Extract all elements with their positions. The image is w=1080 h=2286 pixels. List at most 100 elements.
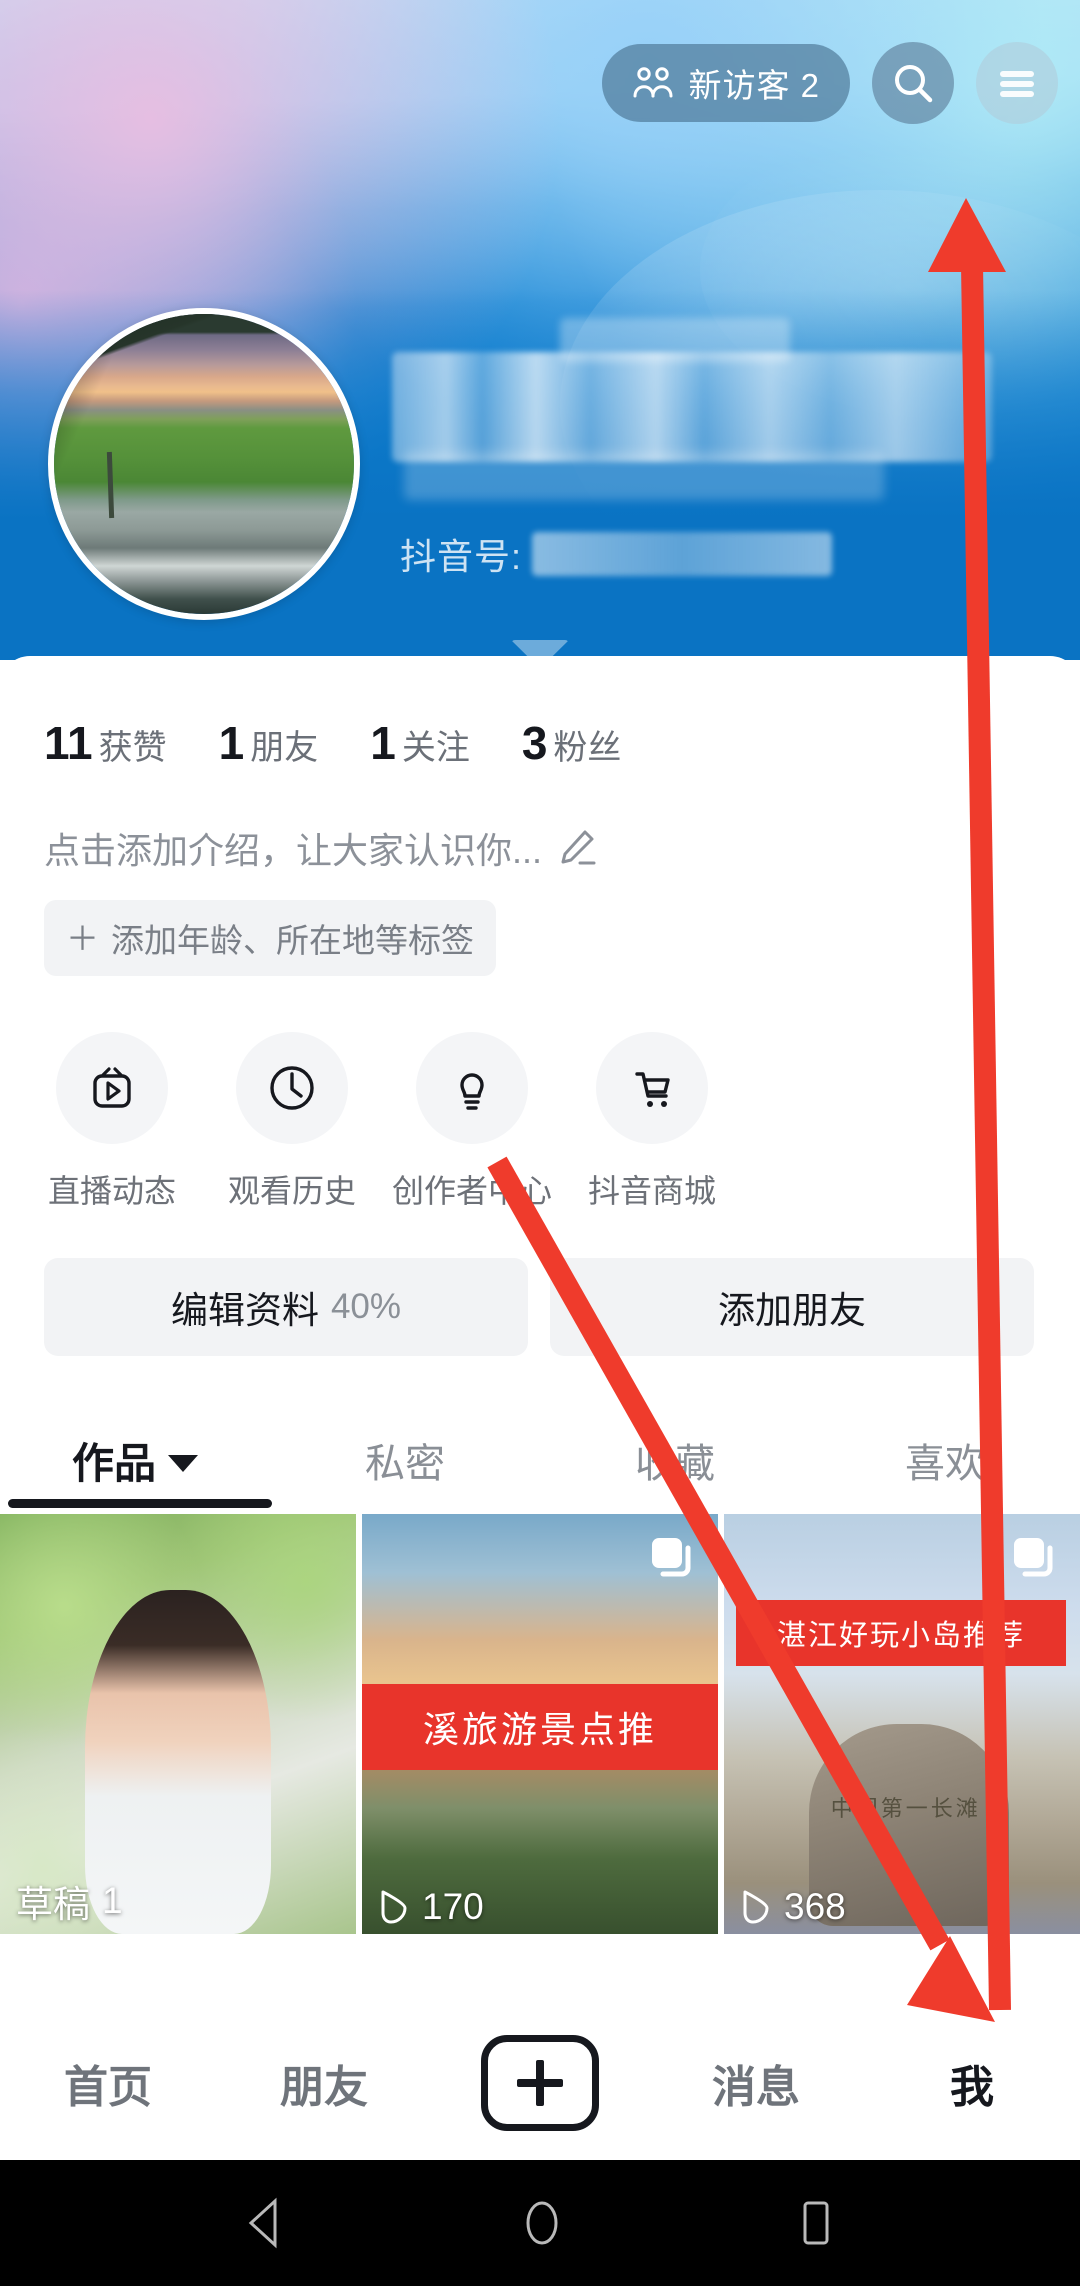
nav-label: 首页 [64,2063,152,2112]
grid-item-video[interactable]: 湛江好玩小岛推荐 中国第一长滩 368 [724,1514,1080,1934]
tab-active-underline [8,1499,272,1508]
content-tabs: 作品 私密 收藏 喜欢 [0,1412,1080,1508]
app-screen: 新访客 2 抖音号: 11 获赞 1 朋友 1 关注 3 粉丝 点击添加介绍，让… [0,0,1080,2286]
edit-profile-label: 编辑资料 [170,1290,319,1331]
quick-action-label: 观看历史 [227,1173,356,1209]
lightbulb-icon [460,1073,484,1110]
plus-icon: ＋ [66,919,99,957]
display-name-blurred [392,352,992,462]
nav-messages[interactable]: 消息 [648,2051,864,2115]
tab-label: 作品 [71,1439,156,1487]
hamburger-menu-button[interactable] [976,42,1058,124]
quick-action-label: 抖音商城 [587,1173,716,1209]
tab-label: 喜欢 [905,1442,985,1486]
play-count: 170 [422,1886,484,1927]
stat-value: 11 [44,717,93,769]
bio-placeholder: 点击添加介绍，让大家认识你... [44,830,543,871]
quick-action-history[interactable]: 观看历史 [202,1032,382,1212]
pencil-icon [561,830,596,865]
multi-photo-icon [652,1538,691,1577]
quick-action-live[interactable]: 直播动态 [22,1032,202,1212]
tab-likes[interactable]: 喜欢 [810,1412,1080,1508]
live-tv-icon [93,1067,131,1108]
quick-action-icon-wrap [56,1032,168,1144]
quick-action-mall[interactable]: 抖音商城 [562,1032,742,1212]
draft-count: 1 [102,1880,123,1921]
tab-works[interactable]: 作品 [0,1412,270,1508]
video-grid: 草稿 1 溪旅游景点推 170 湛江好玩小岛推荐 中国第一长滩 368 [0,1514,1080,1934]
stat-likes[interactable]: 11 获赞 [44,716,167,770]
grid-item-footer: 草稿 1 [16,1874,123,1928]
add-friend-label: 添加朋友 [718,1290,866,1331]
bio-add-row[interactable]: 点击添加介绍，让大家认识你... [0,770,1080,874]
stat-label: 朋友 [250,729,319,767]
profile-content-card: 11 获赞 1 朋友 1 关注 3 粉丝 点击添加介绍，让大家认识你... ＋ … [0,656,1080,2006]
quick-action-label: 直播动态 [47,1173,176,1209]
clock-history-icon [270,1066,314,1110]
tab-label: 收藏 [635,1442,715,1486]
stats-row: 11 获赞 1 朋友 1 关注 3 粉丝 [0,656,1080,770]
android-system-navigation [0,2160,1080,2286]
nav-home[interactable]: 首页 [0,2051,216,2115]
stat-label: 获赞 [98,729,167,767]
tab-label: 私密 [365,1442,445,1486]
edit-profile-progress: 40% [330,1287,402,1326]
grid-item-video[interactable]: 溪旅游景点推 170 [362,1514,718,1934]
stat-label: 关注 [401,729,470,767]
quick-action-icon-wrap [236,1032,348,1144]
avatar[interactable] [48,308,360,620]
home-circle-icon[interactable] [519,2196,565,2250]
add-friend-button[interactable]: 添加朋友 [550,1258,1034,1356]
new-visitors-button[interactable]: 新访客 2 [602,44,850,122]
add-tags-label: 添加年龄、所在地等标签 [111,922,474,959]
tab-private[interactable]: 私密 [270,1412,540,1508]
play-count-icon [743,1890,769,1924]
stat-label: 粉丝 [553,729,622,767]
stat-value: 3 [521,717,548,769]
edit-profile-button[interactable]: 编辑资料 40% [44,1258,528,1356]
new-visitors-label: 新访客 2 [688,67,820,104]
nav-label: 朋友 [280,2063,368,2112]
douyin-id-row[interactable]: 抖音号: [400,528,833,580]
shopping-cart-icon [635,1072,670,1107]
nav-label: 消息 [712,2063,800,2112]
nav-create[interactable] [432,2035,648,2131]
visitors-icon [633,67,673,98]
thumbnail-rock-text: 中国第一长滩 [830,1796,981,1822]
quick-action-icon-wrap [416,1032,528,1144]
quick-action-icon-wrap [596,1032,708,1144]
hamburger-menu-icon [1000,71,1034,97]
stat-value: 1 [218,717,245,769]
quick-action-creator-center[interactable]: 创作者中心 [382,1032,562,1212]
nav-me[interactable]: 我 [864,2051,1080,2115]
top-bar: 新访客 2 [602,42,1058,124]
search-button[interactable] [872,42,954,124]
thumbnail-banner-text: 湛江好玩小岛推荐 [736,1600,1066,1666]
thumbnail-banner-text: 溪旅游景点推 [362,1684,718,1770]
stat-value: 1 [370,717,396,769]
nav-friends[interactable]: 朋友 [216,2051,432,2115]
grid-item-footer: 170 [378,1886,484,1928]
plus-create-icon [481,2035,599,2131]
grid-item-footer: 368 [740,1886,846,1928]
bottom-navigation: 首页 朋友 消息 我 [0,2006,1080,2160]
stat-friends[interactable]: 1 朋友 [219,716,319,770]
nav-label: 我 [950,2063,994,2112]
stat-followers[interactable]: 3 粉丝 [522,716,622,770]
search-icon [895,65,933,103]
stat-following[interactable]: 1 关注 [370,716,470,770]
grid-item-draft[interactable]: 草稿 1 [0,1514,356,1934]
quick-actions-row: 直播动态 观看历史 创作者中心 抖音商城 [0,976,1080,1212]
draft-label: 草稿 [16,1884,90,1925]
quick-action-label: 创作者中心 [391,1173,552,1209]
recents-square-icon[interactable] [795,2197,837,2249]
avatar-image [54,314,354,614]
tab-collections[interactable]: 收藏 [540,1412,810,1508]
profile-actions-row: 编辑资料 40% 添加朋友 [0,1212,1080,1356]
chevron-down-icon [168,1454,198,1472]
back-triangle-icon[interactable] [243,2197,289,2249]
display-name-blurred [404,452,884,500]
add-tags-chip[interactable]: ＋ 添加年龄、所在地等标签 [44,900,496,976]
play-count-icon [381,1890,407,1924]
video-thumbnail [0,1514,356,1934]
